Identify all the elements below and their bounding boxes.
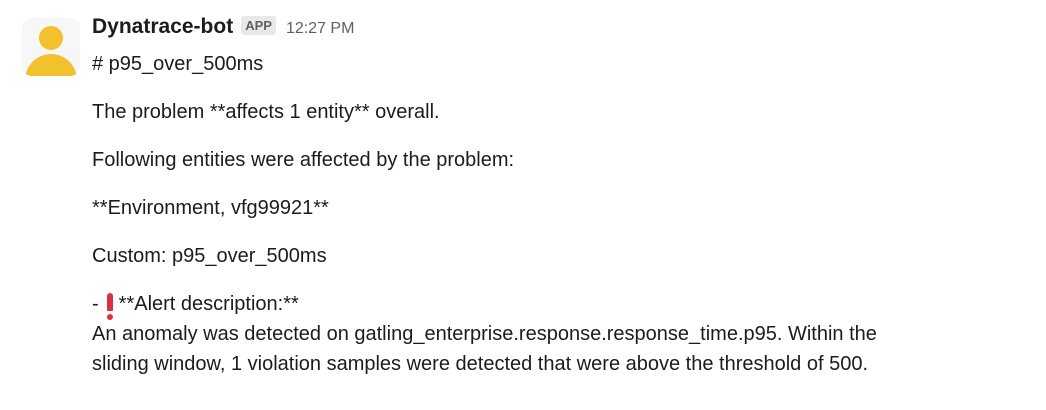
alert-line: - **Alert description:** [92,289,1032,320]
app-badge: APP [241,16,276,35]
description-line: An anomaly was detected on gatling_enter… [92,323,877,345]
exclamation-icon [106,293,113,320]
message-timestamp[interactable]: 12:27 PM [286,20,354,38]
avatar-body [25,54,77,76]
message-line: Following entities were affected by the … [92,149,515,171]
alert-label: **Alert description:** [118,293,299,315]
chat-message: Dynatrace-bot APP 12:27 PM # p95_over_50… [0,0,1046,410]
alert-prefix: - [92,293,99,315]
message-line: The problem **affects 1 entity** overall… [92,101,440,123]
message-line: Custom: p95_over_500ms [92,245,327,267]
sender-name[interactable]: Dynatrace-bot [92,15,233,39]
user-avatar-icon[interactable] [22,18,80,76]
message-content: Dynatrace-bot APP 12:27 PM # p95_over_50… [92,15,1032,379]
message-line: **Environment, vfg99921** [92,197,329,219]
avatar-head [39,26,63,50]
message-heading: # p95_over_500ms [92,53,264,75]
description-line: sliding window, 1 violation samples were… [92,353,869,375]
alert-description: An anomaly was detected on gatling_enter… [92,319,1032,379]
message-header: Dynatrace-bot APP 12:27 PM [92,15,1032,45]
